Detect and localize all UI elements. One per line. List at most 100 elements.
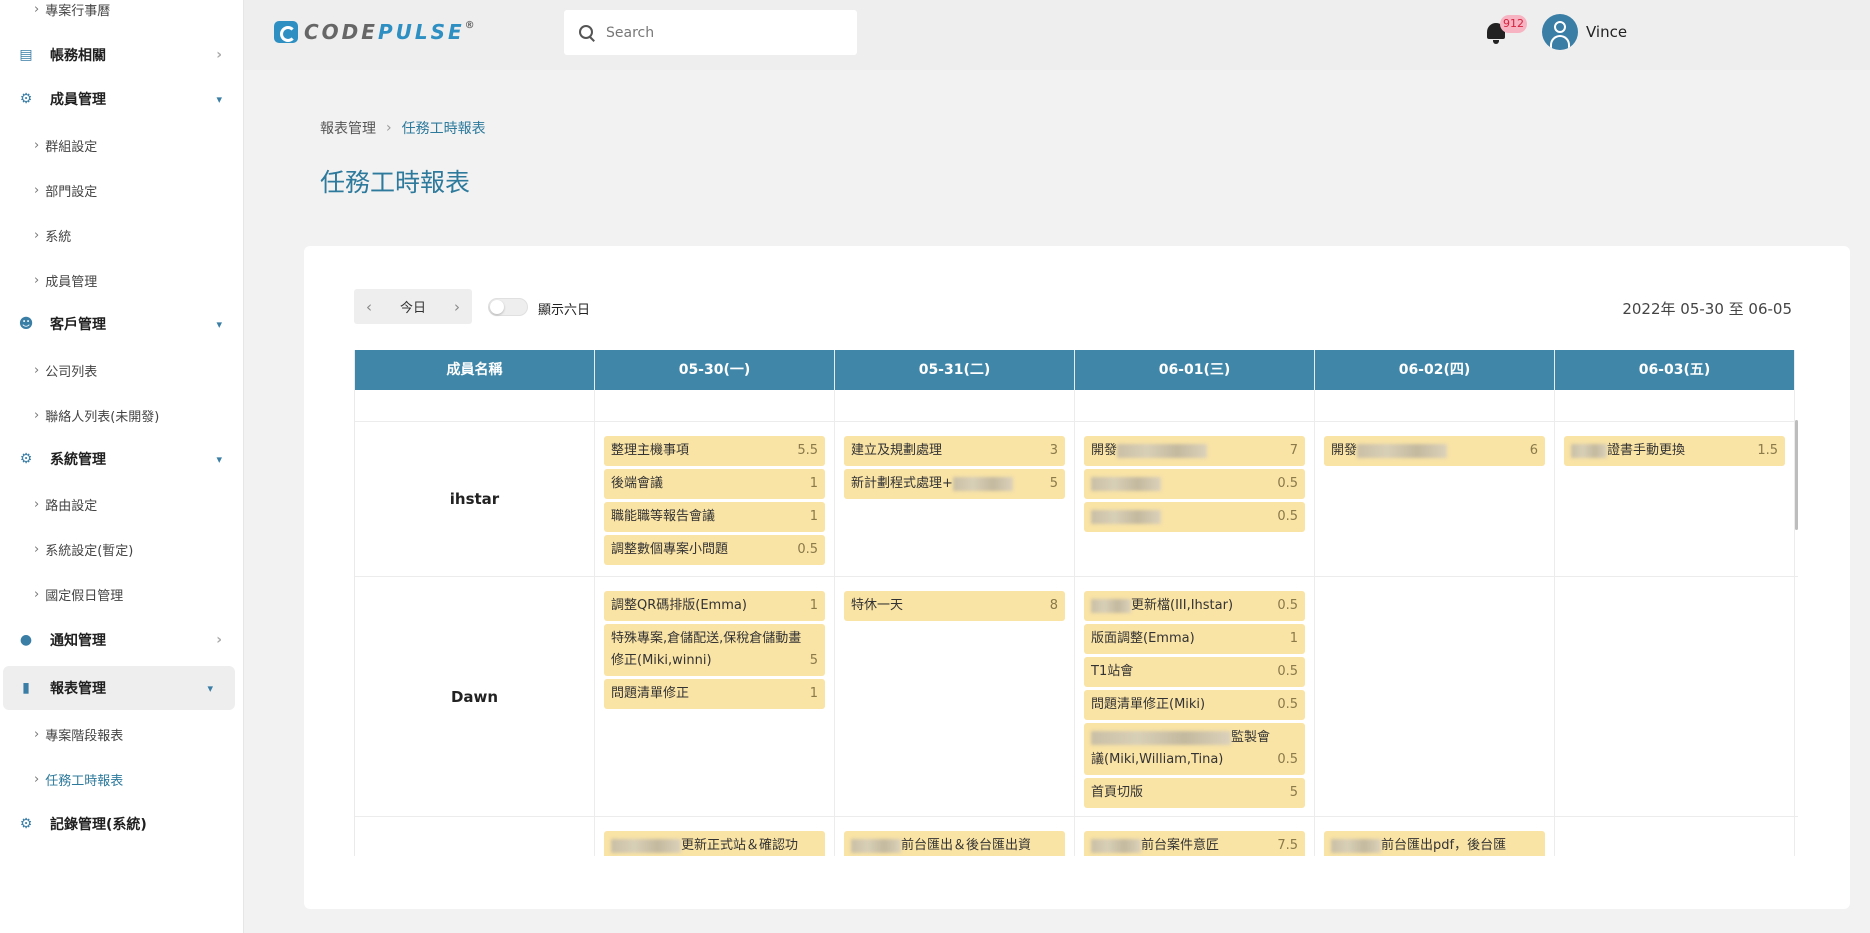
day-cell[interactable] <box>835 390 1075 421</box>
task-item[interactable]: 首頁切版 5 <box>1084 778 1305 808</box>
day-cell[interactable]: 更新檔(III,Ihstar) 0.5 版面調整(Emma) 1 T1站會 0.5 問題清單… <box>1075 577 1315 816</box>
sidebar-subitem[interactable]: › 系統 <box>0 226 243 245</box>
task-item[interactable]: 整理主機事項 5.5 <box>604 436 825 466</box>
day-cell[interactable] <box>1075 390 1315 421</box>
sidebar-subitem[interactable]: › 路由設定 <box>0 495 243 514</box>
sidebar-subitem[interactable]: › 專案行事曆 <box>0 0 243 19</box>
sidebar-group-label: 報表管理 <box>50 681 106 697</box>
day-cell[interactable] <box>1315 390 1555 421</box>
day-cell[interactable]: 前台匯出＆後台匯出資 <box>835 817 1075 856</box>
task-item[interactable]: 調整QR碼排版(Emma) 1 <box>604 591 825 621</box>
sidebar-subitem[interactable]: › 公司列表 <box>0 361 243 380</box>
day-cell[interactable]: 建立及規劃處理 3 新計劃程式處理+ 5 <box>835 422 1075 576</box>
sidebar-subitem[interactable]: › 專案階段報表 <box>0 725 243 744</box>
sidebar-group[interactable]: ▤ 帳務相關 › <box>0 33 243 77</box>
sidebar-group[interactable]: ▮ 報表管理 ▾ <box>3 666 235 710</box>
day-cell[interactable] <box>1555 817 1795 856</box>
task-item[interactable]: 新計劃程式處理+ 5 <box>844 469 1065 499</box>
prev-week-button[interactable]: ‹ <box>354 298 384 316</box>
sidebar-group[interactable]: ⚙ 系統管理 ▾ <box>0 437 243 481</box>
day-cell[interactable]: 特休一天 8 <box>835 577 1075 816</box>
task-item[interactable]: 開發 6 <box>1324 436 1545 466</box>
task-item[interactable]: T1站會 0.5 <box>1084 657 1305 687</box>
show-weekend-toggle[interactable] <box>488 298 528 316</box>
task-item[interactable]: 開發 7 <box>1084 436 1305 466</box>
task-item[interactable]: 後端會議 1 <box>604 469 825 499</box>
task-text: 證書手動更換 <box>1571 440 1751 462</box>
task-text: 前台匯出pdf，後台匯 <box>1331 835 1532 856</box>
task-item[interactable]: 問題清單修正 1 <box>604 679 825 709</box>
task-item[interactable]: 前台匯出pdf，後台匯 <box>1324 831 1545 856</box>
breadcrumb-parent[interactable]: 報表管理 <box>320 118 376 138</box>
task-item[interactable]: 0.5 <box>1084 502 1305 532</box>
gear-icon: ⚙ <box>19 451 33 467</box>
task-item[interactable]: 特休一天 8 <box>844 591 1065 621</box>
day-cell[interactable]: 更新正式站＆確認功 <box>595 817 835 856</box>
task-hours: 1 <box>809 509 818 524</box>
report-card: ‹ 今日 › 顯示六日 2022年 05-30 至 06-05 成員名稱 05-3… <box>304 246 1850 909</box>
logo[interactable]: CODEPULSE® <box>274 20 478 44</box>
task-item[interactable]: 特殊專案,倉儲配送,保稅倉儲動畫修正(Miki,winni) 5 <box>604 624 825 676</box>
task-item[interactable]: 調整數個專案小問題 0.5 <box>604 535 825 565</box>
day-cell[interactable] <box>1315 577 1555 816</box>
task-text: 首頁切版 <box>1091 782 1284 804</box>
sidebar-subitem-label: 系統設定(暫定) <box>45 543 134 559</box>
chevron-down-icon: ▾ <box>207 681 213 695</box>
task-hours: 0.5 <box>1277 697 1298 712</box>
day-cell[interactable]: 前台案件意匠 7.5 <box>1075 817 1315 856</box>
chevron-right-icon: › <box>34 1 40 17</box>
task-label: 開發 <box>1091 443 1118 458</box>
chevron-right-icon: › <box>34 541 40 557</box>
task-item[interactable]: 版面調整(Emma) 1 <box>1084 624 1305 654</box>
task-item[interactable]: 前台匯出＆後台匯出資 <box>844 831 1065 856</box>
sidebar-subitem[interactable]: › 聯絡人列表(未開發) <box>0 406 243 425</box>
day-cell[interactable]: 證書手動更換 1.5 <box>1555 422 1795 576</box>
task-item[interactable]: 職能職等報告會議 1 <box>604 502 825 532</box>
grid-scrollbar[interactable] <box>1795 420 1798 530</box>
task-item[interactable]: 證書手動更換 1.5 <box>1564 436 1785 466</box>
sidebar-subitem[interactable]: › 群組設定 <box>0 136 243 155</box>
sidebar-group[interactable]: ⚙ 記錄管理(系統) <box>0 802 243 846</box>
redacted-text <box>1091 838 1141 853</box>
day-cell[interactable]: 開發 6 <box>1315 422 1555 576</box>
task-item[interactable]: 問題清單修正(Miki) 0.5 <box>1084 690 1305 720</box>
task-hours: 5 <box>1289 785 1298 800</box>
avatar[interactable] <box>1542 14 1578 50</box>
task-item[interactable]: 監製會議(Miki,William,Tina) 0.5 <box>1084 723 1305 775</box>
day-cell[interactable] <box>595 390 835 421</box>
member-name: Dawn <box>355 577 595 816</box>
task-item[interactable]: 更新正式站＆確認功 <box>604 831 825 856</box>
sidebar-subitem-label: 群組設定 <box>45 139 98 155</box>
day-cell[interactable] <box>1555 390 1795 421</box>
task-item[interactable]: 前台案件意匠 7.5 <box>1084 831 1305 856</box>
sidebar-subitem[interactable]: › 成員管理 <box>0 271 243 290</box>
search-box[interactable] <box>564 10 857 55</box>
task-hours: 0.5 <box>1277 509 1298 524</box>
sidebar-group[interactable]: ⚙ 成員管理 ▾ <box>0 77 243 121</box>
task-label: 證書手動更換 <box>1607 443 1686 458</box>
task-label: 特休一天 <box>851 598 904 613</box>
next-week-button[interactable]: › <box>442 298 472 316</box>
task-item[interactable]: 建立及規劃處理 3 <box>844 436 1065 466</box>
day-cell[interactable]: 整理主機事項 5.5 後端會議 1 職能職等報告會議 1 調整數個專案小問題 0.5 <box>595 422 835 576</box>
day-cell[interactable]: 開發 7 0.5 0.5 <box>1075 422 1315 576</box>
username[interactable]: Vince <box>1586 23 1627 41</box>
day-cell[interactable]: 調整QR碼排版(Emma) 1 特殊專案,倉儲配送,保稅倉儲動畫修正(Miki,wi… <box>595 577 835 816</box>
sidebar-subitem[interactable]: › 系統設定(暫定) <box>0 540 243 559</box>
sidebar-subitem[interactable]: › 部門設定 <box>0 181 243 200</box>
chevron-right-icon: › <box>34 227 40 243</box>
sidebar-subitem[interactable]: › 任務工時報表 <box>0 770 243 789</box>
day-cell[interactable] <box>1555 577 1795 816</box>
redacted-text <box>1331 838 1381 853</box>
task-hours: 8 <box>1049 598 1058 613</box>
task-item[interactable]: 更新檔(III,Ihstar) 0.5 <box>1084 591 1305 621</box>
task-label: 版面調整(Emma) <box>1091 631 1195 646</box>
today-button[interactable]: 今日 <box>384 297 442 316</box>
sidebar-subitem[interactable]: › 國定假日管理 <box>0 585 243 604</box>
table-row: 更新正式站＆確認功 前台匯出＆後台匯出資 前台案件意匠 7.5 前台匯出pdf，後台匯 <box>355 817 1798 856</box>
task-item[interactable]: 0.5 <box>1084 469 1305 499</box>
search-input[interactable] <box>606 24 846 41</box>
day-cell[interactable]: 前台匯出pdf，後台匯 <box>1315 817 1555 856</box>
sidebar-group[interactable]: ☻ 客戶管理 ▾ <box>0 302 243 346</box>
sidebar-group[interactable]: ● 通知管理 › <box>0 618 243 662</box>
